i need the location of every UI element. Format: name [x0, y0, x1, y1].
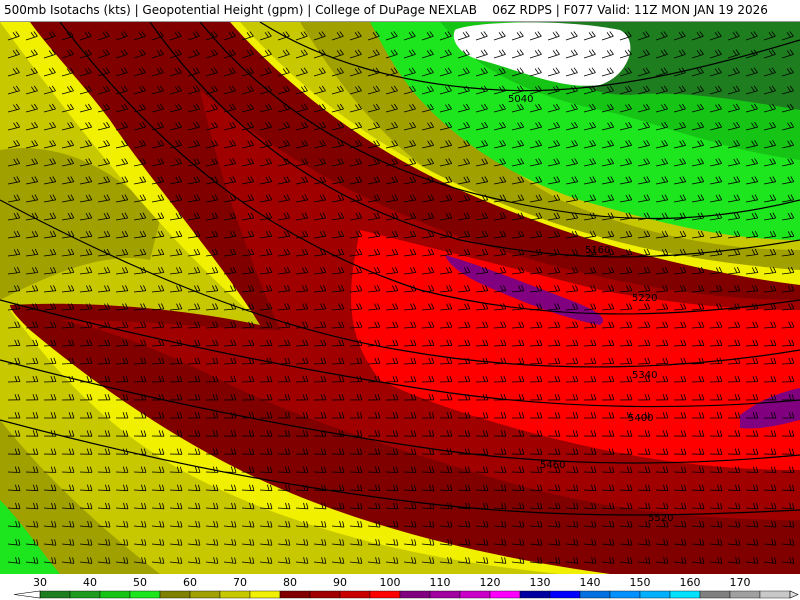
colorbar-swatch [99, 590, 131, 599]
colorbar-tick-label: 110 [430, 576, 451, 589]
colorbar-tick-label: 150 [630, 576, 651, 589]
colorbar: 30 40 50 60 70 80 90 100 110 120 130 140 150 160 170 [0, 574, 800, 600]
colorbar-swatch [129, 590, 161, 599]
contour-label: 5400 [628, 413, 653, 424]
colorbar-swatch [519, 590, 551, 599]
colorbar-tick-label: 50 [133, 576, 147, 589]
colorbar-tick-label: 160 [680, 576, 701, 589]
colorbar-swatch [369, 590, 401, 599]
contour-label: 5520 [648, 513, 673, 524]
title-bar: 500mb Isotachs (kts) | Geopotential Heig… [0, 0, 800, 22]
map-panel: 5040 5160 5220 5340 5400 5460 5520 500mb… [0, 0, 800, 600]
colorbar-swatch [159, 590, 191, 599]
colorbar-swatch [699, 590, 731, 599]
colorbar-swatch [549, 590, 581, 599]
colorbar-swatch [729, 590, 761, 599]
contour-label: 5460 [540, 460, 565, 471]
isotach-map: 5040 5160 5220 5340 5400 5460 5520 [0, 22, 800, 574]
colorbar-swatch [309, 590, 341, 599]
colorbar-swatch [579, 590, 611, 599]
colorbar-swatch [339, 590, 371, 599]
colorbar-swatch [459, 590, 491, 599]
contour-label: 5040 [508, 94, 533, 105]
colorbar-tick-label: 120 [480, 576, 501, 589]
colorbar-swatch [609, 590, 641, 599]
contour-label: 5160 [585, 245, 610, 256]
colorbar-tick-label: 30 [33, 576, 47, 589]
colorbar-min-arrow [13, 590, 41, 599]
colorbar-tick-label: 70 [233, 576, 247, 589]
colorbar-tick-label: 100 [380, 576, 401, 589]
colorbar-swatch [39, 590, 71, 599]
colorbar-swatch [279, 590, 311, 599]
colorbar-max-arrow [789, 590, 799, 599]
colorbar-tick-label: 130 [530, 576, 551, 589]
colorbar-swatch [399, 590, 431, 599]
colorbar-tick-label: 60 [183, 576, 197, 589]
colorbar-tick-label: 170 [730, 576, 751, 589]
colorbar-tick-label: 80 [283, 576, 297, 589]
map-title: 500mb Isotachs (kts) | Geopotential Heig… [4, 3, 768, 17]
colorbar-swatch [69, 590, 101, 599]
colorbar-swatch [249, 590, 281, 599]
colorbar-swatch [189, 590, 221, 599]
contour-label: 5340 [632, 370, 657, 381]
colorbar-swatch [759, 590, 791, 599]
colorbar-swatch [639, 590, 671, 599]
colorbar-swatch [219, 590, 251, 599]
colorbar-tick-label: 40 [83, 576, 97, 589]
contour-label: 5220 [632, 293, 657, 304]
colorbar-tick-label: 140 [580, 576, 601, 589]
colorbar-swatch [429, 590, 461, 599]
colorbar-tick-label: 90 [333, 576, 347, 589]
colorbar-swatch [669, 590, 701, 599]
colorbar-swatch [489, 590, 521, 599]
